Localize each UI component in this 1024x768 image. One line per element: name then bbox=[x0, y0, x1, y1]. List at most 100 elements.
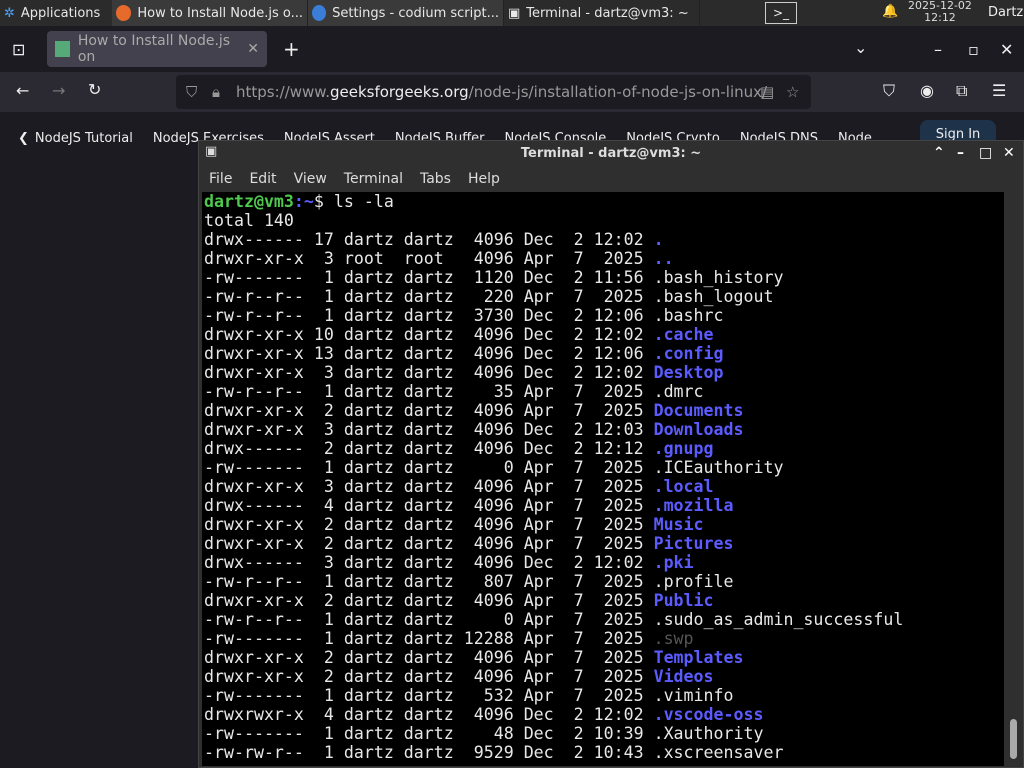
gfg-favicon-icon bbox=[55, 41, 70, 57]
task-settings[interactable]: Settings - codium script... bbox=[308, 0, 504, 26]
shield-icon: ⛉ bbox=[186, 83, 198, 101]
entry-name: .sudo_as_admin_successful bbox=[653, 610, 904, 629]
entry-name: .profile bbox=[653, 572, 734, 591]
entry-name: .bashrc bbox=[653, 306, 724, 325]
entry-name: .cache bbox=[653, 325, 714, 344]
ls-entry: -rw-r--r-- 1 dartz dartz 220 Apr 7 2025 … bbox=[204, 287, 1004, 306]
ls-entry: -rw-rw-r-- 1 dartz dartz 9529 Dec 2 10:4… bbox=[204, 743, 1004, 762]
close-tab-icon[interactable]: ✕ bbox=[247, 41, 259, 57]
user-name[interactable]: Dartz bbox=[988, 5, 1023, 20]
menu-tabs[interactable]: Tabs bbox=[420, 171, 451, 187]
entry-details: drwx------ 3 dartz dartz 4096 Dec 2 12:0… bbox=[204, 553, 654, 572]
ls-entry: drwxr-xr-x 2 dartz dartz 4096 Apr 7 2025… bbox=[204, 534, 1004, 553]
minimize-icon[interactable]: – bbox=[957, 145, 964, 161]
terminal-output[interactable]: dartz@vm3:~$ ls -la total 140 drwx------ 1… bbox=[202, 192, 1004, 766]
nav-link[interactable]: NodeJS Tutorial bbox=[35, 131, 133, 146]
ls-entry: -rw-r--r-- 1 dartz dartz 35 Apr 7 2025 .… bbox=[204, 382, 1004, 401]
entry-details: drwxr-xr-x 2 dartz dartz 4096 Apr 7 2025 bbox=[204, 591, 654, 610]
ls-entry: drwxr-xr-x 3 dartz dartz 4096 Apr 7 2025… bbox=[204, 477, 1004, 496]
chevron-down-icon[interactable]: ⌄ bbox=[854, 38, 867, 57]
entry-details: -rw------- 1 dartz dartz 0 Apr 7 2025 bbox=[204, 458, 654, 477]
menu-edit[interactable]: Edit bbox=[249, 171, 276, 187]
task-terminal[interactable]: ▣ Terminal - dartz@vm3: ~ bbox=[504, 0, 700, 26]
ls-entry: drwx------ 4 dartz dartz 4096 Apr 7 2025… bbox=[204, 496, 1004, 515]
menu-icon[interactable]: ☰ bbox=[992, 81, 1006, 100]
ls-entry: drwx------ 2 dartz dartz 4096 Dec 2 12:1… bbox=[204, 439, 1004, 458]
menu-terminal[interactable]: Terminal bbox=[344, 171, 403, 187]
entry-name: .bash_logout bbox=[653, 287, 774, 306]
entry-details: drwxr-xr-x 2 dartz dartz 4096 Apr 7 2025 bbox=[204, 401, 654, 420]
ls-entry: -rw------- 1 dartz dartz 12288 Apr 7 202… bbox=[204, 629, 1004, 648]
clock[interactable]: 2025-12-02 12:12 bbox=[908, 0, 972, 24]
prompt-line: dartz@vm3:~$ ls -la bbox=[204, 192, 394, 211]
entry-name: .local bbox=[653, 477, 714, 496]
xfce-logo-icon: ✲ bbox=[4, 5, 15, 21]
menu-view[interactable]: View bbox=[294, 171, 327, 187]
firefox-icon bbox=[116, 5, 132, 21]
scroll-left-icon[interactable]: ❮ bbox=[18, 131, 29, 146]
url-bar[interactable]: ⛉ 🔒︎ https://www. geeksforgeeks.org/node-… bbox=[176, 75, 811, 109]
entry-details: drwx------ 17 dartz dartz 4096 Dec 2 12:… bbox=[204, 230, 654, 249]
forward-icon[interactable]: → bbox=[52, 81, 65, 100]
ls-entry: drwxrwxr-x 4 dartz dartz 4096 Dec 2 12:0… bbox=[204, 705, 1004, 724]
prompt-user: dartz@vm3 bbox=[204, 192, 294, 211]
entry-name: Public bbox=[653, 591, 714, 610]
close-icon[interactable]: ✕ bbox=[1003, 145, 1015, 161]
entry-details: drwxr-xr-x 3 dartz dartz 4096 Apr 7 2025 bbox=[204, 477, 654, 496]
bookmark-star-icon[interactable]: ☆ bbox=[786, 83, 799, 101]
entry-details: -rw-r--r-- 1 dartz dartz 35 Apr 7 2025 bbox=[204, 382, 654, 401]
menu-help[interactable]: Help bbox=[468, 171, 500, 187]
entry-name: Documents bbox=[653, 401, 744, 420]
entry-name: .config bbox=[653, 344, 724, 363]
entry-details: drwxr-xr-x 3 dartz dartz 4096 Dec 2 12:0… bbox=[204, 363, 654, 382]
show-desktop-terminal-icon[interactable]: >_ bbox=[765, 2, 797, 24]
entry-details: drwxr-xr-x 2 dartz dartz 4096 Apr 7 2025 bbox=[204, 667, 654, 686]
entry-details: drwxr-xr-x 2 dartz dartz 4096 Apr 7 2025 bbox=[204, 534, 654, 553]
reader-view-icon[interactable]: ▤ bbox=[760, 83, 774, 101]
entry-name: Pictures bbox=[653, 534, 734, 553]
entry-details: drwxr-xr-x 2 dartz dartz 4096 Apr 7 2025 bbox=[204, 515, 654, 534]
notification-bell-icon[interactable]: 🔔 bbox=[882, 4, 898, 19]
extensions-icon[interactable]: ⧉ bbox=[956, 81, 967, 101]
entry-details: -rw------- 1 dartz dartz 532 Apr 7 2025 bbox=[204, 686, 654, 705]
maximize-icon[interactable]: □ bbox=[979, 145, 992, 161]
close-icon[interactable]: ✕ bbox=[1000, 40, 1013, 59]
ls-entry: drwxr-xr-x 2 dartz dartz 4096 Apr 7 2025… bbox=[204, 667, 1004, 686]
ls-entry: drwxr-xr-x 2 dartz dartz 4096 Apr 7 2025… bbox=[204, 591, 1004, 610]
entry-details: -rw-r--r-- 1 dartz dartz 807 Apr 7 2025 bbox=[204, 572, 654, 591]
entry-details: drwxr-xr-x 3 dartz dartz 4096 Dec 2 12:0… bbox=[204, 420, 654, 439]
entry-name: .bash_history bbox=[653, 268, 784, 287]
ls-entry: drwxr-xr-x 3 dartz dartz 4096 Dec 2 12:0… bbox=[204, 420, 1004, 439]
entry-name: Music bbox=[653, 515, 704, 534]
entry-details: -rw------- 1 dartz dartz 48 Dec 2 10:39 bbox=[204, 724, 654, 743]
terminal-icon: ▣ bbox=[508, 5, 521, 21]
ls-entry: -rw------- 1 dartz dartz 0 Apr 7 2025 .I… bbox=[204, 458, 1004, 477]
tab-list-icon[interactable]: ⊡ bbox=[12, 40, 25, 59]
task-firefox[interactable]: How to Install Node.js o... bbox=[112, 0, 308, 26]
ls-entry: drwxr-xr-x 2 dartz dartz 4096 Apr 7 2025… bbox=[204, 648, 1004, 667]
reload-icon[interactable]: ↻ bbox=[88, 80, 101, 99]
back-icon[interactable]: ← bbox=[16, 81, 29, 100]
maximize-icon[interactable]: ▫ bbox=[968, 40, 979, 59]
lock-icon: 🔒︎ bbox=[212, 83, 220, 101]
menu-file[interactable]: File bbox=[209, 171, 232, 187]
ls-entry: drwxr-xr-x 2 dartz dartz 4096 Apr 7 2025… bbox=[204, 401, 1004, 420]
browser-tab[interactable]: How to Install Node.js on ✕ bbox=[47, 31, 267, 67]
entry-name: .xscreensaver bbox=[653, 743, 784, 762]
ls-entry: -rw-r--r-- 1 dartz dartz 3730 Dec 2 12:0… bbox=[204, 306, 1004, 325]
account-icon[interactable]: ◉ bbox=[920, 81, 934, 100]
ls-entry: drwxr-xr-x 3 root root 4096 Apr 7 2025 .… bbox=[204, 249, 1004, 268]
ls-entry: drwxr-xr-x 13 dartz dartz 4096 Dec 2 12:… bbox=[204, 344, 1004, 363]
scrollbar[interactable] bbox=[1006, 192, 1021, 766]
ls-entry: -rw-r--r-- 1 dartz dartz 0 Apr 7 2025 .s… bbox=[204, 610, 1004, 629]
scrollbar-thumb[interactable] bbox=[1010, 719, 1017, 759]
entry-details: drwxr-xr-x 3 root root 4096 Apr 7 2025 bbox=[204, 249, 654, 268]
new-tab-icon[interactable]: + bbox=[283, 37, 300, 61]
terminal-titlebar[interactable]: ▣ Terminal - dartz@vm3: ~ ⌃ – □ ✕ bbox=[199, 141, 1023, 166]
applications-menu[interactable]: ✲ Applications bbox=[0, 0, 112, 26]
browser-window: ⊡ How to Install Node.js on ✕ + ⌄ – ▫ ✕ ←… bbox=[0, 26, 1024, 150]
shade-icon[interactable]: ⌃ bbox=[933, 145, 945, 161]
minimize-icon[interactable]: – bbox=[934, 40, 942, 59]
pocket-icon[interactable]: ⛉ bbox=[883, 81, 895, 101]
entry-name: .gnupg bbox=[653, 439, 714, 458]
